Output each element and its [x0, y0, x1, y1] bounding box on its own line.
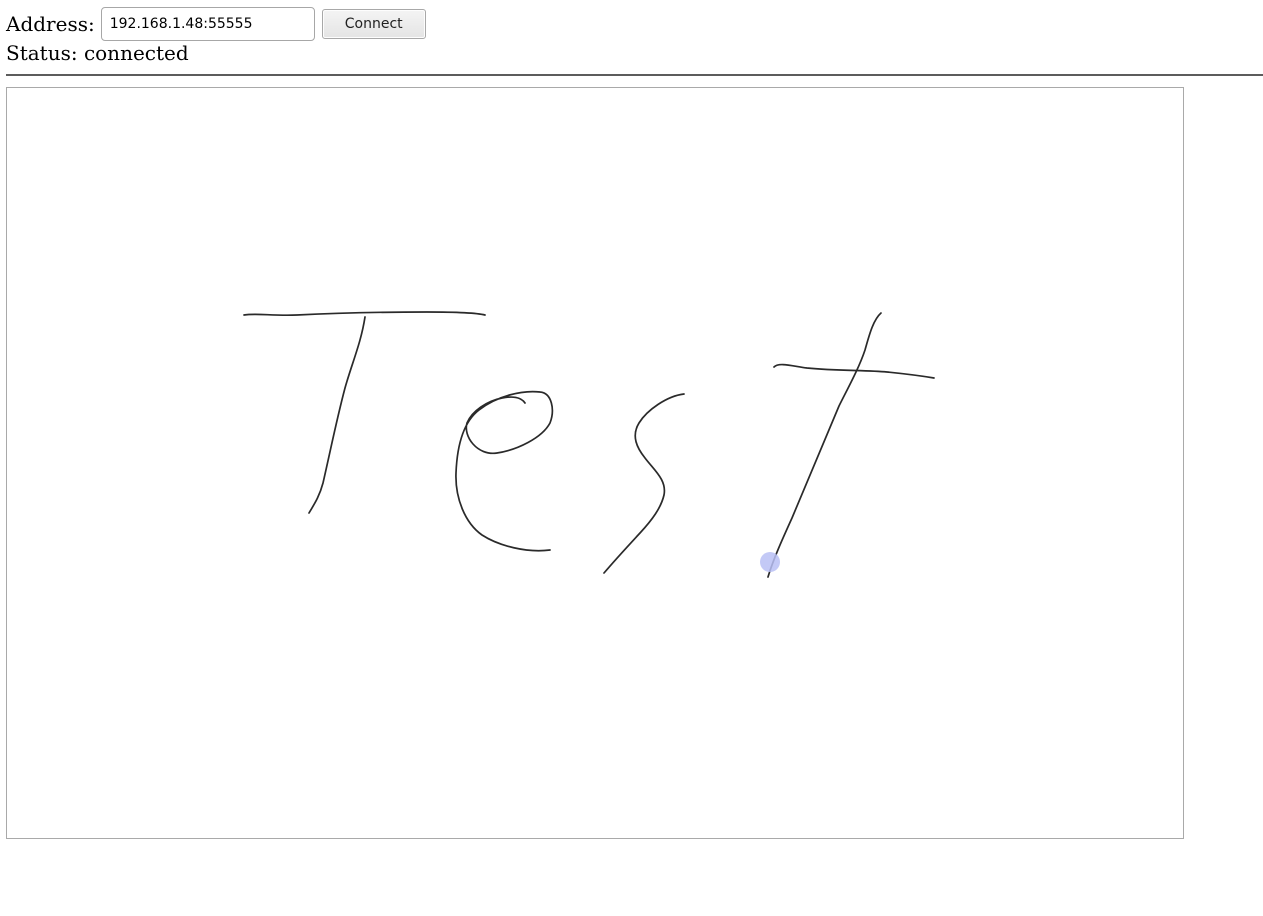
address-input[interactable]	[100, 7, 315, 41]
connect-button[interactable]: Connect	[321, 9, 426, 39]
divider	[6, 74, 1263, 76]
stroke-t2-stem	[767, 312, 882, 578]
connection-bar: Address: Connect	[6, 7, 426, 41]
address-label: Address:	[6, 12, 95, 36]
stroke-t-stem	[308, 316, 366, 514]
stroke-s	[603, 393, 685, 574]
stroke-e	[455, 390, 554, 552]
stroke-t-bar	[243, 311, 486, 317]
handwriting-strokes	[243, 311, 935, 578]
pointer-cursor-icon	[760, 552, 780, 572]
drawing-surface	[243, 311, 935, 578]
status-text: Status: connected	[6, 41, 189, 65]
drawing-canvas[interactable]	[6, 87, 1184, 839]
